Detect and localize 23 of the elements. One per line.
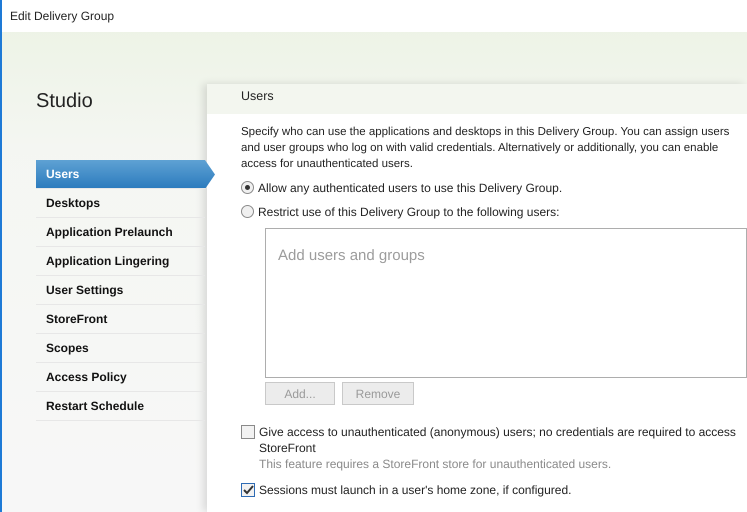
sidebar-item[interactable]: Desktops	[36, 189, 205, 218]
sidebar-item[interactable]: Access Policy	[36, 363, 205, 392]
description-text: Specify who can use the applications and desktops in this Delivery Group. You can assign users and user groups who log on with valid credentials. Alternatively or additionally, you can enable access for unauthenticated users.	[241, 125, 730, 172]
radio-label[interactable]: Restrict use of this Delivery Group to the following users:	[258, 204, 560, 220]
user-list-field[interactable]: Add users and groups	[265, 228, 747, 378]
window-title: Edit Delivery Group	[10, 8, 114, 25]
page-heading: Users	[241, 89, 274, 103]
checkbox-label[interactable]: Sessions must launch in a user's home zone, if configured.	[259, 482, 572, 498]
sidebar-title: Studio	[36, 89, 94, 114]
sidebar-item[interactable]: User Settings	[36, 276, 205, 305]
checkbox[interactable]	[241, 425, 255, 439]
sidebar-item[interactable]: Application Prelaunch	[36, 218, 205, 247]
radio-button[interactable]	[241, 205, 254, 218]
sidebar-item[interactable]: Restart Schedule	[36, 392, 205, 421]
hint-text: This feature requires a StoreFront store for unauthenticated users.	[259, 456, 612, 472]
checkbox[interactable]	[241, 483, 255, 497]
sidebar-item[interactable]: Application Lingering	[36, 247, 205, 276]
sidebar-item[interactable]: StoreFront	[36, 305, 205, 334]
radio-label[interactable]: Allow any authenticated users to use this Delivery Group.	[258, 180, 562, 196]
radio-button[interactable]	[241, 181, 254, 194]
checkbox-label[interactable]: Give access to unauthenticated (anonymous) users; no credentials are required to access StoreFront	[259, 424, 747, 456]
sidebar-item[interactable]: Users	[36, 160, 215, 189]
sidebar-item[interactable]: Scopes	[36, 334, 205, 363]
